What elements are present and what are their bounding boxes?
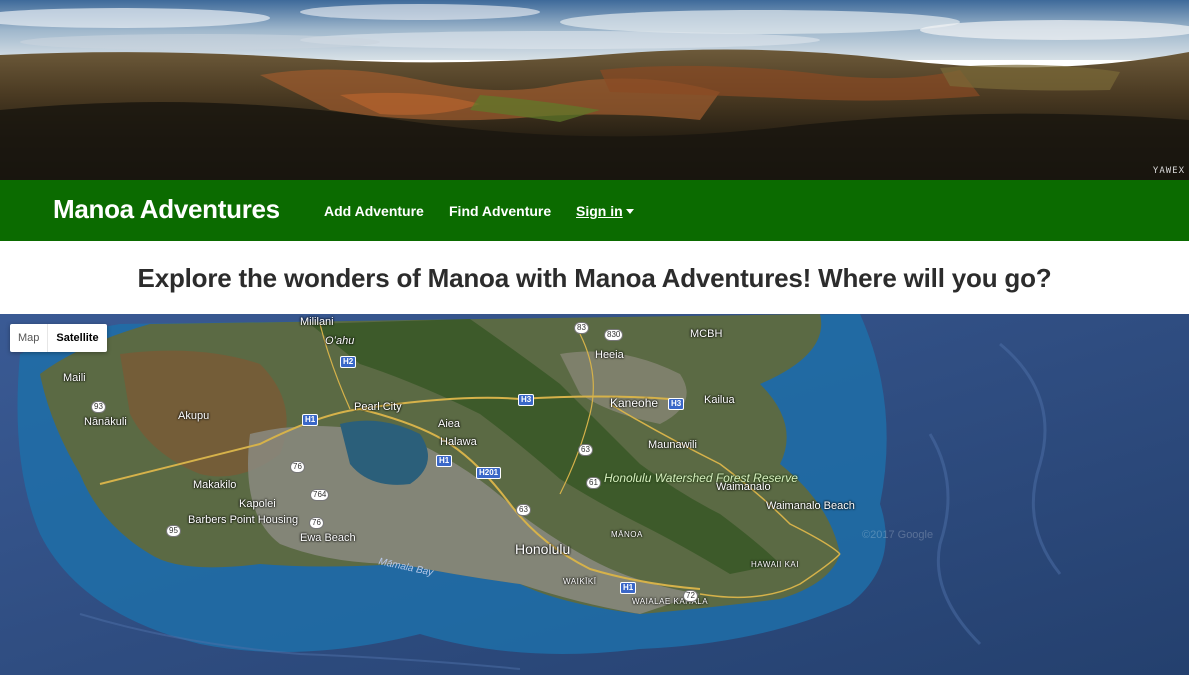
place-label: Kailua [704, 394, 735, 406]
place-label: Heeia [595, 349, 624, 361]
place-label: HAWAII KAI [751, 560, 799, 569]
route-marker: 83 [574, 322, 589, 334]
top-navbar: Manoa Adventures Add Adventure Find Adve… [0, 180, 1189, 241]
sign-in-dropdown[interactable]: Sign in [576, 203, 634, 219]
place-label: Halawa [440, 436, 477, 448]
map-type-map-button[interactable]: Map [10, 324, 49, 352]
highway-shield: H1 [302, 414, 319, 426]
place-label: Honolulu [515, 541, 571, 557]
place-label: Maunawili [648, 439, 697, 451]
route-marker: 63 [578, 444, 593, 456]
route-marker: 764 [310, 489, 330, 501]
place-label: Aiea [438, 418, 461, 430]
place-label: Pearl City [354, 401, 402, 413]
place-label: Nānākuli [84, 416, 127, 428]
route-marker: 63 [516, 504, 531, 516]
place-label: Makakilo [193, 479, 237, 491]
place-label: Ewa Beach [300, 532, 356, 544]
nav-add-adventure-link[interactable]: Add Adventure [324, 203, 424, 219]
nav-find-adventure-link[interactable]: Find Adventure [449, 203, 551, 219]
park-label: Honolulu Watershed Forest Reserve [604, 472, 798, 485]
map-copyright: ©2017 Google [862, 529, 934, 541]
brand-link[interactable]: Manoa Adventures [53, 194, 280, 225]
satellite-map-image [0, 314, 1189, 675]
highway-shield: H1 [620, 582, 637, 594]
place-label: Mililani [300, 316, 334, 328]
place-label: Maili [63, 372, 86, 384]
route-marker: 830 [604, 329, 624, 341]
route-marker: 95 [166, 525, 181, 537]
highway-shield: H1 [436, 455, 453, 467]
image-watermark: YAWEX [1152, 166, 1185, 176]
map-type-control: Map Satellite [10, 324, 107, 352]
route-marker: 76 [290, 461, 305, 473]
place-label: WAIALAE KAHALA [632, 597, 709, 606]
route-marker: 72 [683, 590, 698, 602]
highway-shield: H201 [476, 467, 502, 479]
place-label: Oʻahu [325, 335, 355, 347]
sign-in-label: Sign in [576, 203, 623, 219]
page-headline: Explore the wonders of Manoa with Manoa … [137, 263, 1052, 293]
place-label: Akupu [178, 410, 210, 422]
place-label: Waimanalo Beach [766, 500, 855, 512]
place-label: Kaneohe [610, 396, 659, 410]
highway-shield: H2 [340, 356, 357, 368]
highway-shield: H3 [518, 394, 535, 406]
place-label: MĀNOA [611, 530, 643, 539]
route-marker: 93 [91, 401, 106, 413]
map-type-satellite-button[interactable]: Satellite [48, 324, 106, 352]
place-label: MCBH [690, 328, 723, 340]
hero-landscape-image [0, 0, 1189, 180]
route-marker: 61 [586, 477, 601, 489]
place-label: Barbers Point Housing [188, 514, 299, 526]
place-label: Kapolei [239, 498, 276, 510]
highway-shield: H3 [668, 398, 685, 410]
route-marker: 76 [309, 517, 324, 529]
caret-down-icon [625, 209, 634, 214]
hero-banner: YAWEX [0, 0, 1189, 180]
place-label: WAIKĪKĪ [563, 577, 597, 586]
map-view[interactable]: Map Satellite Mililani Oʻahu Maili Nānāk… [0, 314, 1189, 675]
